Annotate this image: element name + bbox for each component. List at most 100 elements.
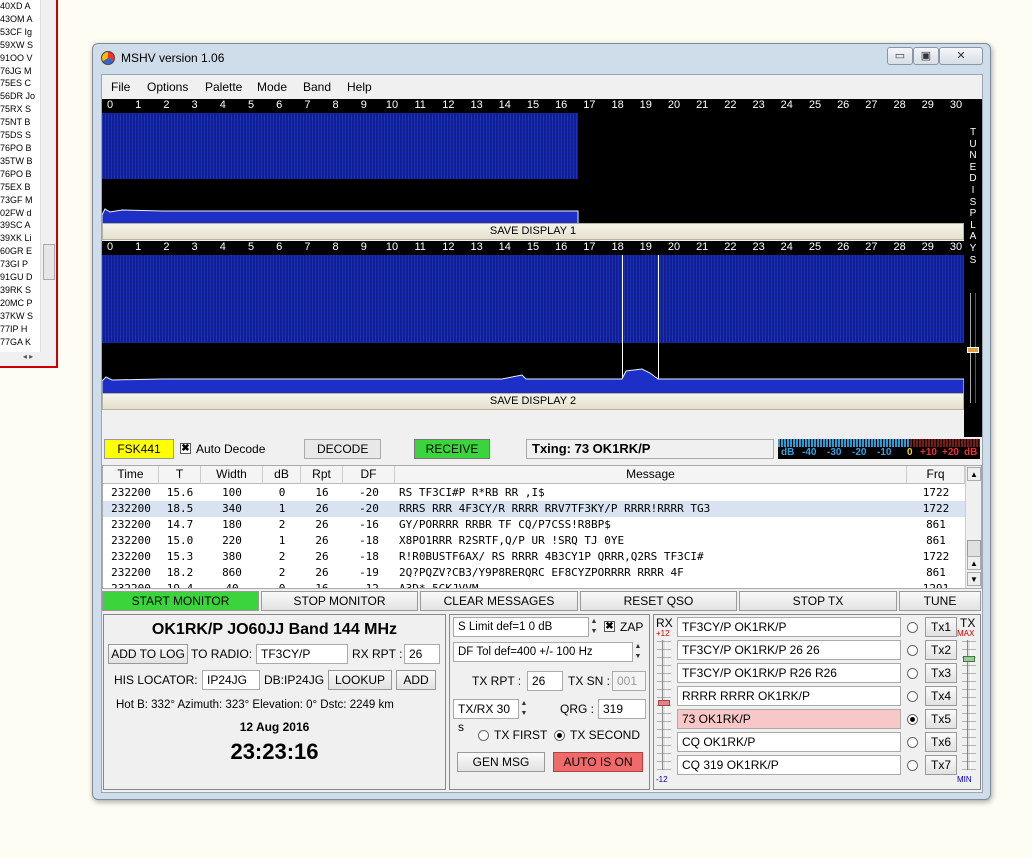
- table-row[interactable]: 232200 15.6 100 0 16 -20 RS TF3CI#P R*RB RR ,I…: [103, 485, 965, 501]
- auto-button[interactable]: AUTO IS ON: [553, 752, 643, 772]
- save-display-2-button[interactable]: SAVE DISPLAY 2: [102, 393, 964, 410]
- call-list-item[interactable]: 43OM A: [0, 13, 40, 26]
- call-list-item[interactable]: 75ES C: [0, 77, 40, 90]
- s-limit-spinner[interactable]: ▲ ▼: [589, 617, 599, 637]
- column-header[interactable]: Rpt: [301, 466, 343, 484]
- call-list-item[interactable]: 75NT B: [0, 116, 40, 129]
- call-list-item[interactable]: 39RK S: [0, 284, 40, 297]
- tx-message-input[interactable]: TF3CY/P OK1RK/P: [677, 617, 901, 637]
- table-row[interactable]: 232200 19.4 40 0 16 -12 A3D* 5GKJVVM 1291: [103, 581, 965, 588]
- tx-select-radio[interactable]: [907, 691, 918, 702]
- tx-select-radio[interactable]: [907, 622, 918, 633]
- tx-send-button[interactable]: Tx2: [925, 640, 957, 660]
- call-list-item[interactable]: 59XW S: [0, 39, 40, 52]
- reset-qso-button[interactable]: RESET QSO: [580, 591, 737, 611]
- column-header[interactable]: dB: [263, 466, 301, 484]
- column-header[interactable]: Frq: [907, 466, 965, 484]
- gen-msg-button[interactable]: GEN MSG: [457, 752, 545, 772]
- menu-file[interactable]: File: [111, 80, 130, 94]
- scroll-bottom-arrow[interactable]: ▼: [967, 572, 981, 586]
- column-header[interactable]: T: [159, 466, 201, 484]
- call-list-item[interactable]: 37KW S: [0, 310, 40, 323]
- menu-options[interactable]: Options: [147, 80, 188, 94]
- call-list-item[interactable]: 75EX B: [0, 181, 40, 194]
- scroll-up-arrow[interactable]: ▲: [967, 467, 981, 481]
- add-button[interactable]: ADD: [396, 670, 436, 690]
- table-row[interactable]: 232200 15.3 380 2 26 -18 R!R0BUSTF6AX/ RS RRRR…: [103, 549, 965, 565]
- df-tol-spinner[interactable]: ▲ ▼: [633, 642, 643, 662]
- table-row[interactable]: 232200 18.2 860 2 26 -19 2Q?PQZV?CB3/Y9P8RERQR…: [103, 565, 965, 581]
- messages-scrollbar[interactable]: ▲ ▲ ▼: [965, 466, 981, 588]
- call-list-item[interactable]: 73GI P: [0, 258, 40, 271]
- decoded-messages-table[interactable]: Time T Width dB Rpt DF Message Frq 232200 15.6 10…: [102, 465, 982, 589]
- scroll-down-arrow[interactable]: ▲: [967, 556, 981, 570]
- call-list-item[interactable]: 02FW d: [0, 207, 40, 220]
- tx-select-radio[interactable]: [907, 714, 918, 725]
- call-list-scrollbar[interactable]: [40, 0, 56, 352]
- call-list-item[interactable]: 76PO B: [0, 168, 40, 181]
- tx-message-input[interactable]: RRRR RRRR OK1RK/P: [677, 686, 901, 706]
- table-row[interactable]: 232200 15.0 220 1 26 -18 X8PO1RRR R2SRTF,Q/P U…: [103, 533, 965, 549]
- menu-mode[interactable]: Mode: [257, 80, 287, 94]
- tx-select-radio[interactable]: [907, 737, 918, 748]
- close-button[interactable]: ✕: [939, 47, 983, 65]
- tune-button[interactable]: TUNE: [899, 591, 981, 611]
- column-header[interactable]: DF: [343, 466, 395, 484]
- stop-monitor-button[interactable]: STOP MONITOR: [261, 591, 418, 611]
- tx-select-radio[interactable]: [907, 645, 918, 656]
- call-list-item[interactable]: 53CF Ig: [0, 26, 40, 39]
- call-list-item[interactable]: 76JG M: [0, 65, 40, 78]
- call-list-item[interactable]: 20MC P: [0, 297, 40, 310]
- call-list-item[interactable]: 91OO V: [0, 52, 40, 65]
- tx-send-button[interactable]: Tx5: [925, 709, 957, 729]
- call-list-item[interactable]: 35TW B: [0, 155, 40, 168]
- tx-rx-period-spinner[interactable]: ▲ ▼: [519, 699, 529, 719]
- call-list-item[interactable]: 76PO B: [0, 142, 40, 155]
- menu-band[interactable]: Band: [303, 80, 331, 94]
- rx-level-knob[interactable]: [658, 700, 670, 706]
- df-tol-input[interactable]: DF Tol def=400 +/- 100 Hz: [453, 642, 633, 662]
- column-header[interactable]: Message: [395, 466, 907, 484]
- column-header[interactable]: Width: [201, 466, 263, 484]
- zap-checkbox[interactable]: ✖: [604, 621, 615, 632]
- tx-level-slider[interactable]: [962, 640, 976, 770]
- call-list-item[interactable]: 39XK Li: [0, 232, 40, 245]
- call-list-item[interactable]: 75RX S: [0, 103, 40, 116]
- start-monitor-button[interactable]: START MONITOR: [102, 591, 259, 611]
- table-row[interactable]: 232200 18.5 340 1 26 -20 RRRS RRR 4F3CY/R RRRR…: [103, 501, 965, 517]
- save-display-1-button[interactable]: SAVE DISPLAY 1: [102, 223, 964, 240]
- clear-messages-button[interactable]: CLEAR MESSAGES: [420, 591, 578, 611]
- column-header[interactable]: Time: [103, 466, 159, 484]
- tx-second-radio[interactable]: [554, 730, 565, 741]
- lookup-button[interactable]: LOOKUP: [328, 670, 392, 690]
- scroll-thumb[interactable]: [43, 244, 55, 280]
- tx-message-input[interactable]: TF3CY/P OK1RK/P 26 26: [677, 640, 901, 660]
- call-list-hscrollbar[interactable]: ◂ ▸: [0, 352, 56, 366]
- maximize-button[interactable]: ▣: [913, 47, 939, 65]
- waterfall-display-1[interactable]: [102, 113, 964, 223]
- tx-message-input[interactable]: CQ OK1RK/P: [677, 732, 901, 752]
- tx-send-button[interactable]: Tx6: [925, 732, 957, 752]
- tx-send-button[interactable]: Tx3: [925, 663, 957, 683]
- call-list-item[interactable]: 75DS S: [0, 129, 40, 142]
- call-list-item[interactable]: 77GA K: [0, 336, 40, 349]
- to-radio-input[interactable]: TF3CY/P: [256, 644, 348, 664]
- auto-decode-checkbox[interactable]: ✖: [180, 443, 191, 454]
- call-list-item[interactable]: 91GU D: [0, 271, 40, 284]
- call-list-item[interactable]: 39SC A: [0, 219, 40, 232]
- his-locator-input[interactable]: IP24JG: [202, 670, 260, 690]
- menu-palette[interactable]: Palette: [205, 80, 242, 94]
- minimize-button[interactable]: ▭: [887, 47, 913, 65]
- display-slider-knob[interactable]: [967, 347, 979, 353]
- call-list-item[interactable]: 56DR Jo: [0, 90, 40, 103]
- title-bar[interactable]: MSHV version 1.06 ▭ ▣ ✕: [93, 44, 990, 72]
- tx-send-button[interactable]: Tx1: [925, 617, 957, 637]
- tx-level-knob[interactable]: [963, 656, 975, 662]
- table-row[interactable]: 232200 14.7 180 2 26 -16 GY/PORRRR RRBR TF CQ/…: [103, 517, 965, 533]
- stop-tx-button[interactable]: STOP TX: [739, 591, 897, 611]
- call-list-item[interactable]: 77IP H: [0, 323, 40, 336]
- call-list-item[interactable]: 73GF M: [0, 194, 40, 207]
- add-to-log-button[interactable]: ADD TO LOG: [108, 644, 188, 664]
- rx-level-slider[interactable]: [657, 640, 671, 770]
- tx-first-radio[interactable]: [478, 730, 489, 741]
